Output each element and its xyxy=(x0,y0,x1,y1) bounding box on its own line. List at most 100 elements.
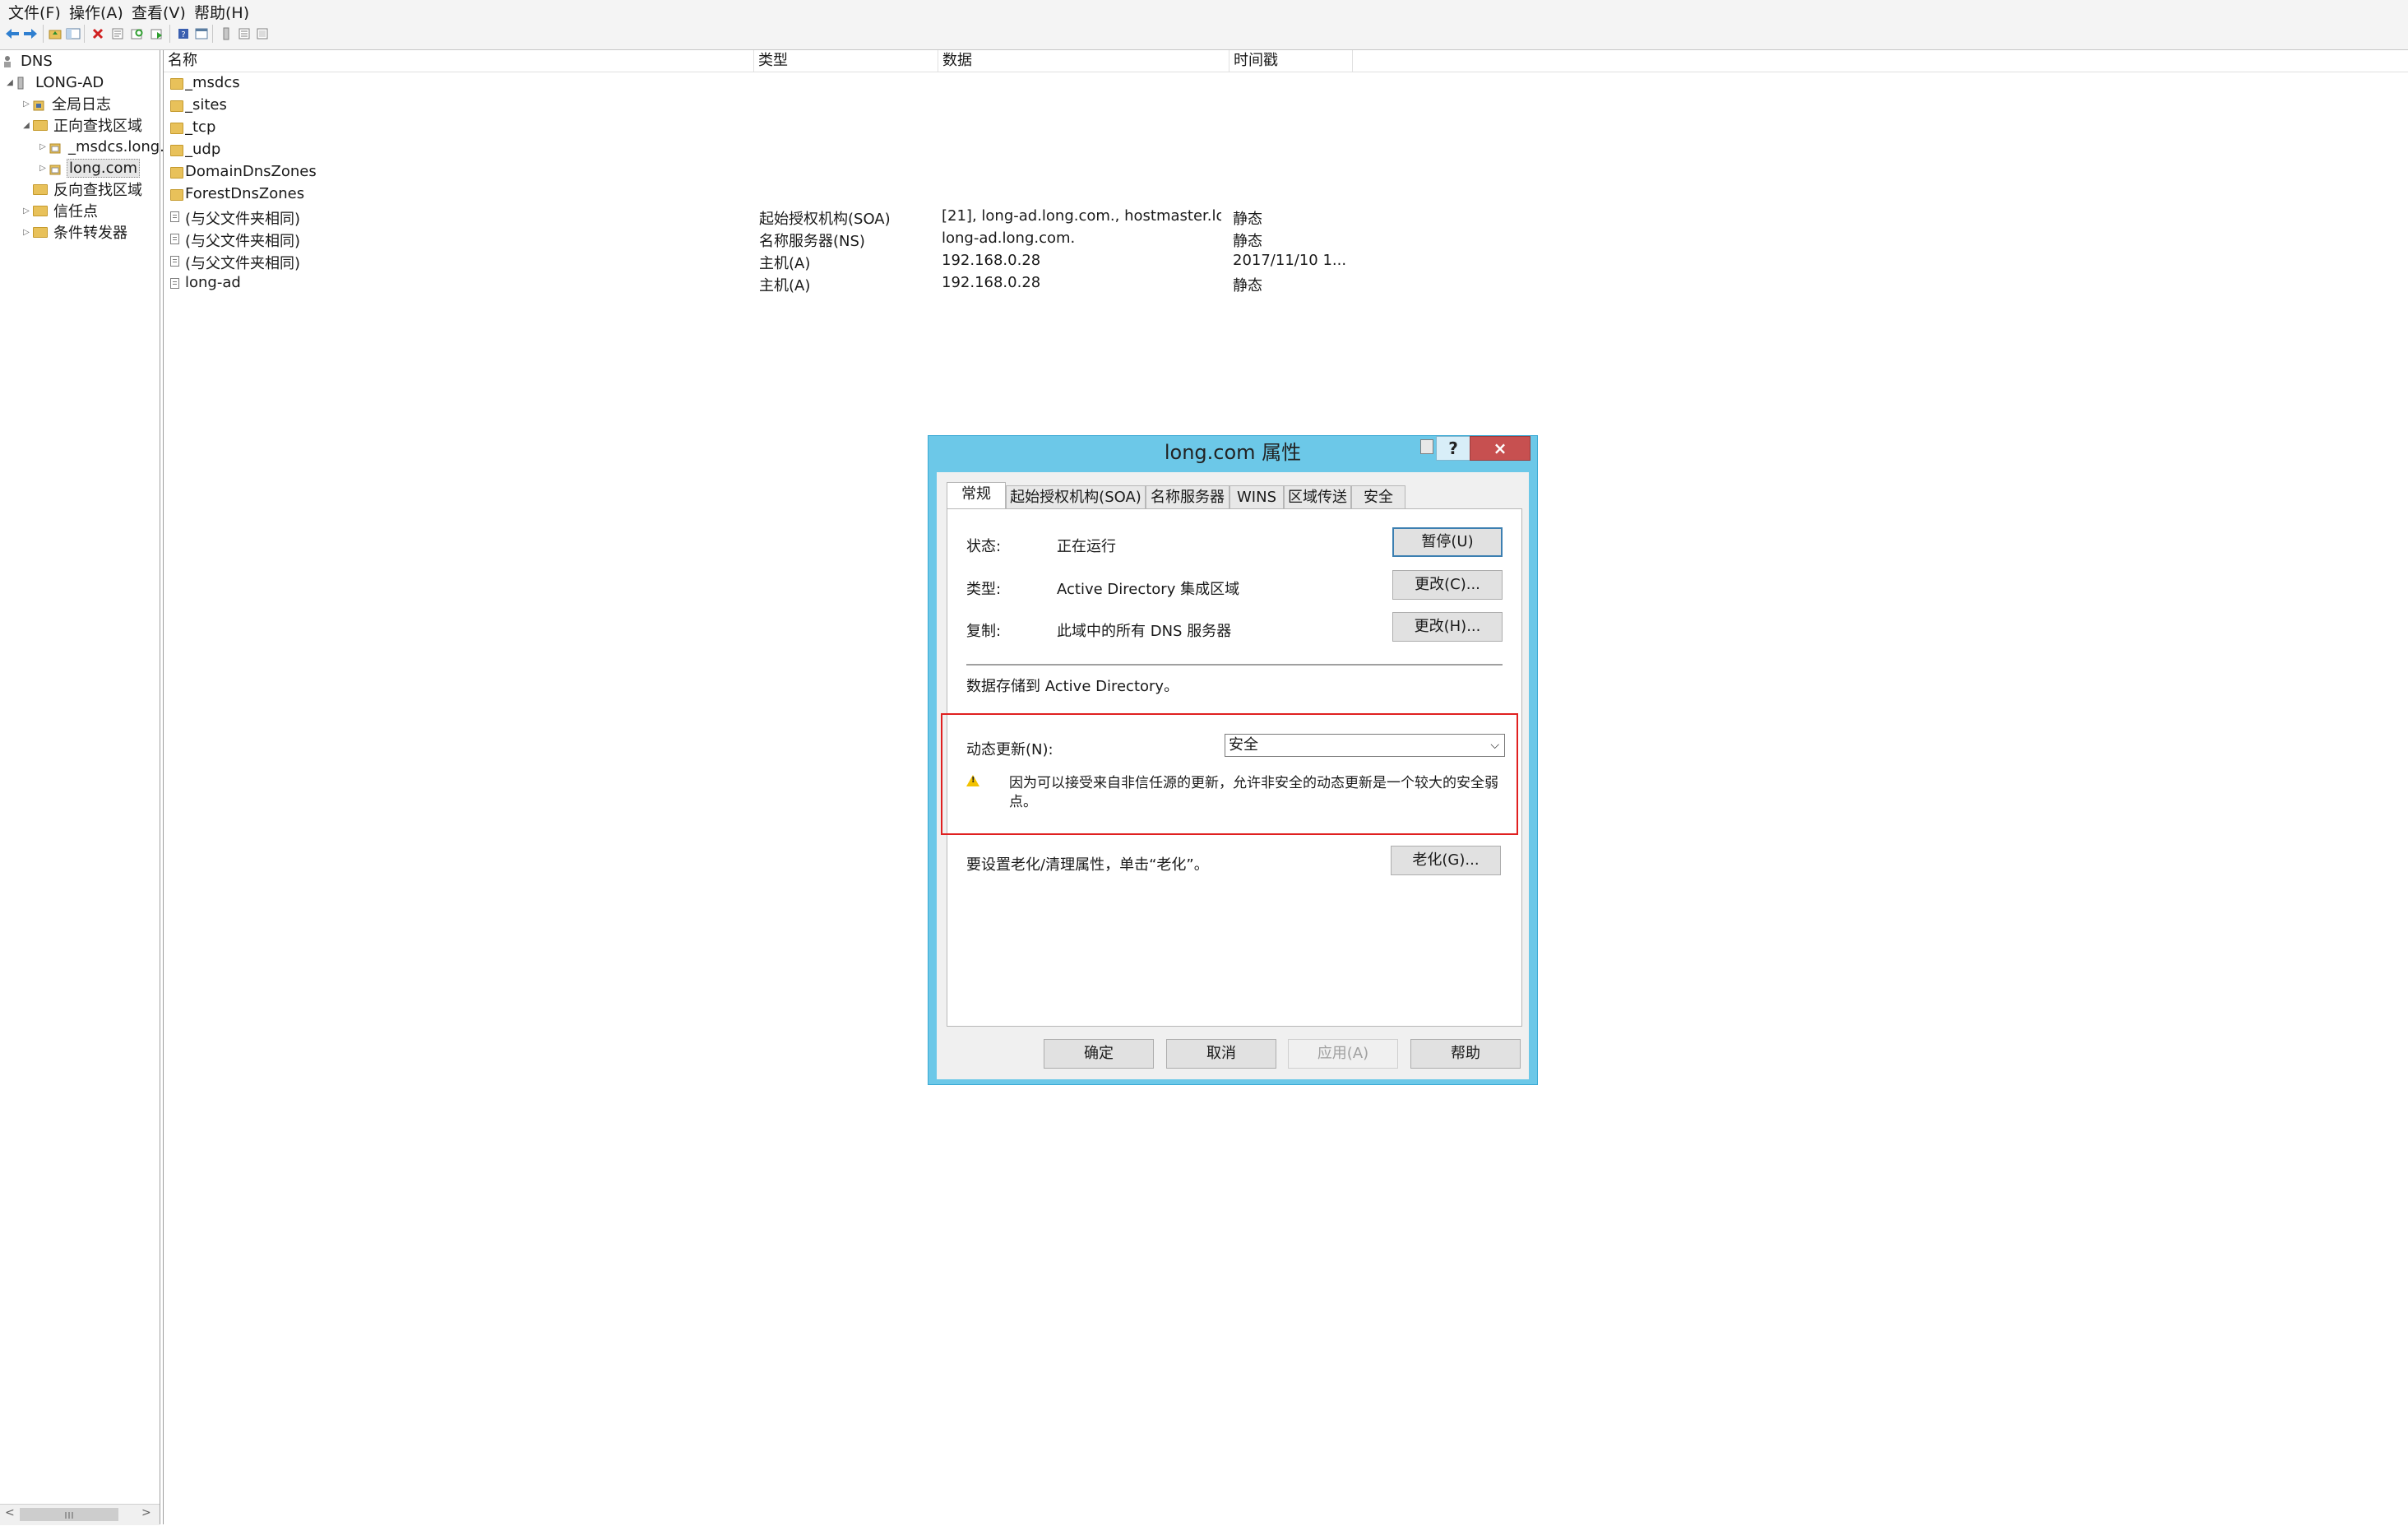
list-item[interactable]: (与父文件夹相同) 名称服务器(NS) long-ad.long.com. 静态 xyxy=(164,228,1644,250)
log-icon xyxy=(33,98,46,111)
details-icon[interactable] xyxy=(253,25,271,43)
list-item[interactable]: (与父文件夹相同) 起始授权机构(SOA) [21], long-ad.long… xyxy=(164,206,1644,228)
help-icon[interactable]: ? xyxy=(174,25,192,43)
collapsed-arrow-icon[interactable]: ▷ xyxy=(21,206,31,216)
zone-properties-dialog: long.com 属性 ? × 常规 起始授权机构(SOA) 名称服务器 WIN… xyxy=(928,435,1538,1085)
tree-item-trust-points[interactable]: ▷ 信任点 xyxy=(21,200,100,221)
list-item[interactable]: ForestDnsZones xyxy=(164,183,1644,206)
dns-icon xyxy=(2,55,15,67)
collapsed-arrow-icon[interactable]: ▷ xyxy=(38,142,48,151)
divider xyxy=(966,664,1503,666)
list-item[interactable]: long-ad 主机(A) 192.168.0.28 静态 xyxy=(164,272,1644,295)
replication-value: 此域中的所有 DNS 服务器 xyxy=(1057,623,1232,640)
change-type-button[interactable]: 更改(C)... xyxy=(1392,570,1503,600)
menu-bar: 文件(F) 操作(A) 查看(V) 帮助(H) xyxy=(0,0,2408,22)
tree-horizontal-scrollbar[interactable]: < > xyxy=(0,1504,160,1525)
record-icon xyxy=(170,234,179,244)
tab-soa[interactable]: 起始授权机构(SOA) xyxy=(1006,485,1146,508)
tree-item-msdcs-zone[interactable]: ▷ _msdcs.long. xyxy=(38,136,166,157)
record-icon xyxy=(170,211,179,222)
folder-icon xyxy=(170,167,183,179)
scroll-left-icon[interactable]: < xyxy=(5,1506,15,1519)
tab-security[interactable]: 安全 xyxy=(1351,485,1405,508)
aging-text: 要设置老化/清理属性，单击“老化”。 xyxy=(966,856,1209,874)
up-folder-icon[interactable] xyxy=(46,25,64,43)
collapsed-arrow-icon[interactable]: ▷ xyxy=(21,228,31,237)
column-header-name[interactable]: 名称 xyxy=(164,50,754,72)
back-icon[interactable] xyxy=(3,25,21,43)
tree-item-conditional-forwarders[interactable]: ▷ 条件转发器 xyxy=(21,221,129,243)
zone-icon xyxy=(49,141,63,154)
list-item[interactable]: (与父文件夹相同) 主机(A) 192.168.0.28 2017/11/10 … xyxy=(164,250,1644,272)
collapsed-arrow-icon[interactable]: ▷ xyxy=(21,100,31,109)
replication-label: 复制: xyxy=(966,623,1002,640)
aging-button[interactable]: 老化(G)... xyxy=(1391,846,1501,875)
tree-item-reverse-zones[interactable]: 反向查找区域 xyxy=(21,179,144,200)
status-value: 正在运行 xyxy=(1057,538,1116,555)
column-header-type[interactable]: 类型 xyxy=(754,50,938,72)
list-header: 名称 类型 数据 时间戳 xyxy=(164,50,2408,72)
chevron-down-icon: ⌵ xyxy=(1490,739,1499,752)
folder-icon xyxy=(33,119,48,131)
console-icon[interactable] xyxy=(192,25,211,43)
expanded-arrow-icon[interactable]: ◢ xyxy=(5,78,15,87)
refresh-icon[interactable] xyxy=(128,25,146,43)
warning-icon xyxy=(966,775,979,786)
tree-item-global-logs[interactable]: ▷ 全局日志 xyxy=(21,93,113,114)
ok-button[interactable]: 确定 xyxy=(1044,1039,1154,1069)
list-item[interactable]: _msdcs xyxy=(164,72,1644,95)
apply-button[interactable]: 应用(A) xyxy=(1288,1039,1398,1069)
list-item[interactable]: _tcp xyxy=(164,117,1644,139)
tab-wins[interactable]: WINS xyxy=(1229,485,1284,508)
dynamic-update-label: 动态更新(N): xyxy=(966,741,1054,758)
collapsed-arrow-icon[interactable]: ▷ xyxy=(38,164,48,173)
record-icon xyxy=(170,256,179,267)
folder-icon xyxy=(170,123,183,134)
record-icon xyxy=(170,278,179,289)
delete-icon[interactable] xyxy=(89,25,107,43)
scroll-thumb[interactable] xyxy=(20,1508,118,1521)
list-item[interactable]: DomainDnsZones xyxy=(164,161,1644,183)
tree-pane: DNS ◢ LONG-AD ▷ 全局日志 ◢ 正向查找区域 ▷ _msdcs.l… xyxy=(0,50,164,1524)
tree-item-forward-zones[interactable]: ◢ 正向查找区域 xyxy=(21,114,144,136)
dialog-help-button[interactable]: ? xyxy=(1436,436,1470,461)
tab-general[interactable]: 常规 xyxy=(947,482,1006,510)
cancel-button[interactable]: 取消 xyxy=(1166,1039,1276,1069)
folder-icon xyxy=(33,183,48,195)
properties-icon[interactable] xyxy=(109,25,127,43)
tree-item-long-ad[interactable]: ◢ LONG-AD xyxy=(5,72,105,93)
forward-icon[interactable] xyxy=(21,25,39,43)
column-header-timestamp[interactable]: 时间戳 xyxy=(1229,50,1353,72)
status-label: 状态: xyxy=(966,538,1002,555)
toolbar: ? xyxy=(0,20,2408,50)
pause-button[interactable]: 暂停(U) xyxy=(1392,527,1503,557)
server-icon xyxy=(16,77,30,90)
list-item[interactable]: _sites xyxy=(164,95,1644,117)
folder-icon xyxy=(33,226,48,238)
server-icon[interactable] xyxy=(217,25,235,43)
type-label: 类型: xyxy=(966,581,1002,598)
tab-name-servers[interactable]: 名称服务器 xyxy=(1146,485,1229,508)
svg-text:?: ? xyxy=(181,30,185,39)
dynamic-update-select[interactable]: 安全 ⌵ xyxy=(1225,734,1505,757)
general-tab-panel: 状态: 正在运行 暂停(U) 类型: Active Directory 集成区域… xyxy=(941,508,1522,1027)
tree-item-long-com[interactable]: ▷ long.com xyxy=(38,157,141,179)
export-icon[interactable] xyxy=(148,25,166,43)
list-item[interactable]: _udp xyxy=(164,139,1644,161)
show-hide-tree-icon[interactable] xyxy=(64,25,82,43)
list-icon[interactable] xyxy=(235,25,253,43)
scroll-right-icon[interactable]: > xyxy=(141,1506,151,1519)
dialog-close-button[interactable]: × xyxy=(1470,436,1530,461)
column-header-data[interactable]: 数据 xyxy=(938,50,1229,72)
tab-zone-transfers[interactable]: 区域传送 xyxy=(1284,485,1351,508)
help-button[interactable]: 帮助 xyxy=(1410,1039,1521,1069)
expanded-arrow-icon[interactable]: ◢ xyxy=(21,121,31,130)
storage-text: 数据存储到 Active Directory。 xyxy=(966,678,1179,695)
dialog-restore-icon[interactable] xyxy=(1420,439,1433,454)
folder-icon xyxy=(170,100,183,112)
dialog-body: 常规 起始授权机构(SOA) 名称服务器 WINS 区域传送 安全 状态: 正在… xyxy=(937,472,1529,1079)
change-replication-button[interactable]: 更改(H)... xyxy=(1392,612,1503,642)
folder-icon xyxy=(170,78,183,90)
zone-icon xyxy=(49,162,63,175)
tree-item-dns[interactable]: DNS xyxy=(2,50,54,72)
